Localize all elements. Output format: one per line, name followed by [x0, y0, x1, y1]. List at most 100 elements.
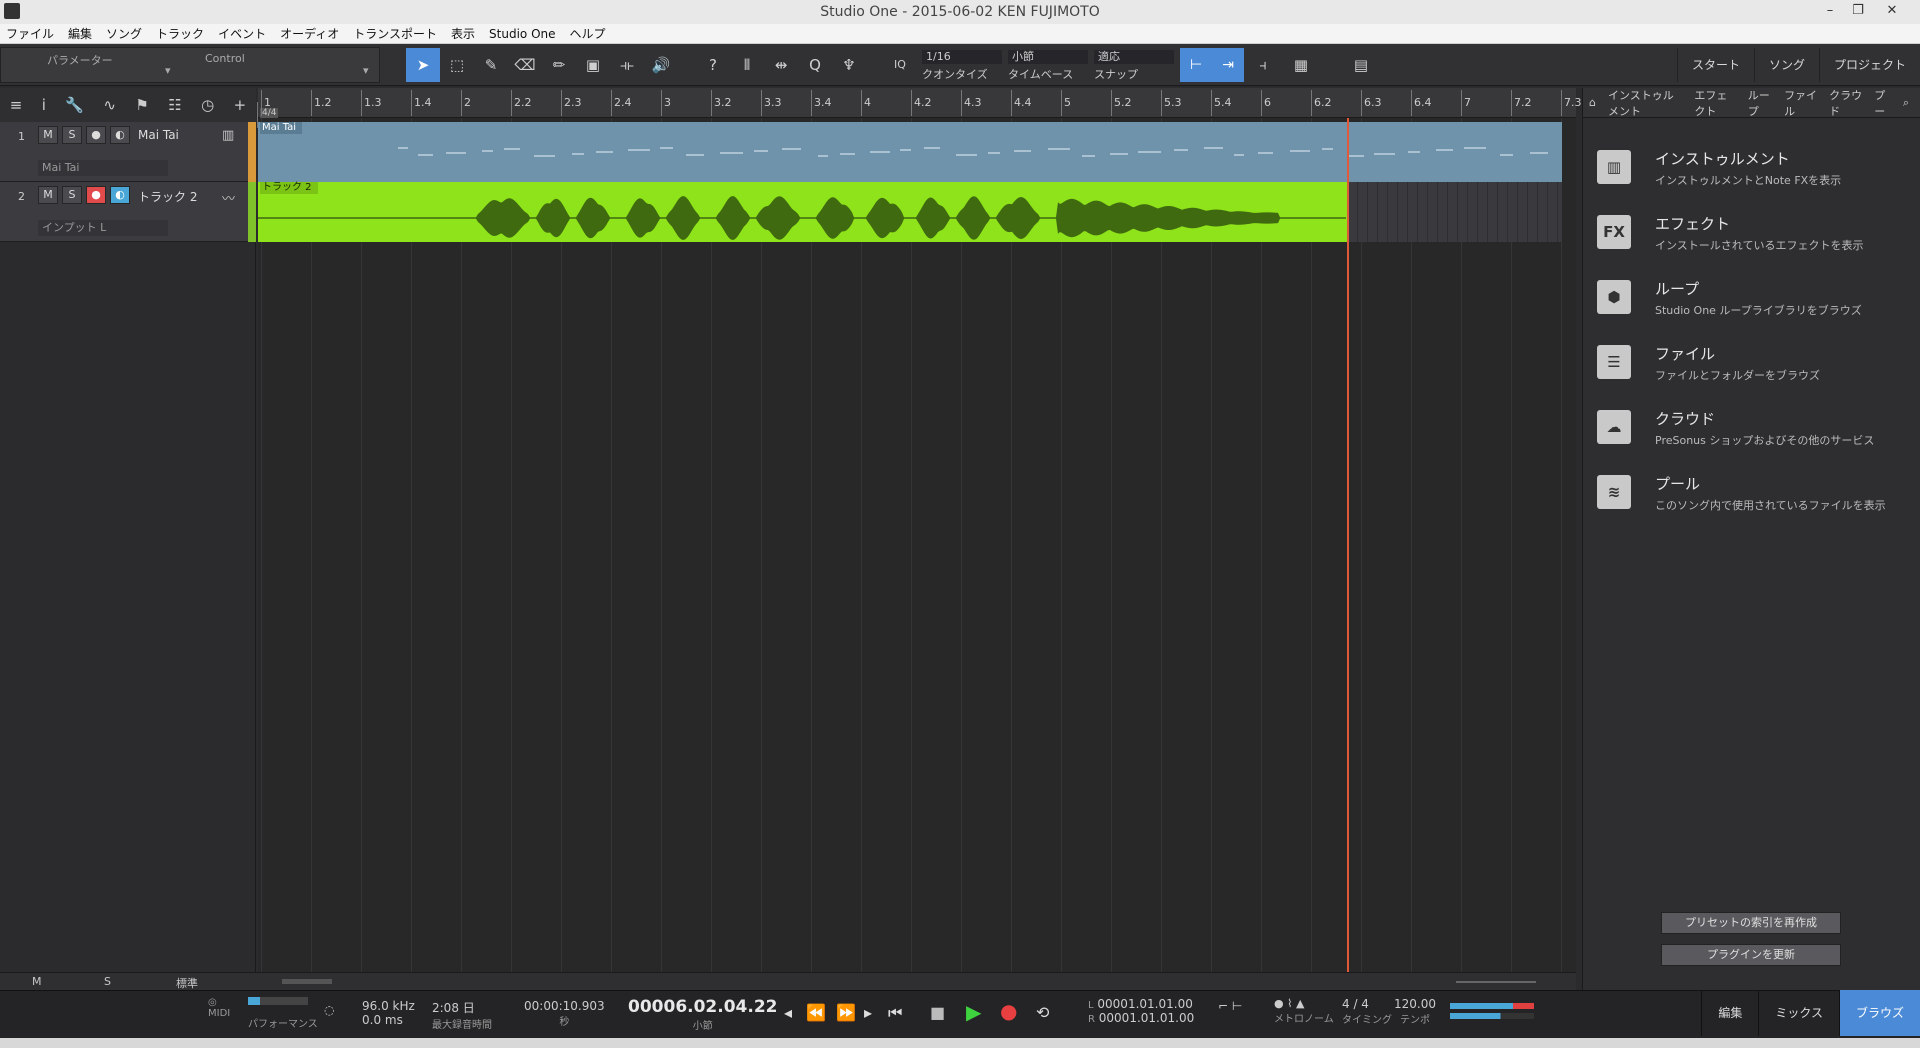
timebase-select[interactable]: 小節 タイムベース [1008, 50, 1088, 82]
mute-button[interactable]: M [38, 186, 58, 204]
play-icon[interactable]: ▶ [966, 1000, 981, 1024]
track-list-menu-icon[interactable]: ≡ [10, 96, 23, 114]
time-signature-display[interactable]: 4 / 4 タイミング [1342, 997, 1392, 1026]
browser-item-effects[interactable]: FX エフェクト インストールされているエフェクトを表示 [1597, 209, 1907, 265]
arrange-view[interactable]: Mai Tai トラック 2 [258, 118, 1576, 978]
horizontal-scrollbar[interactable] [282, 979, 332, 984]
iq-label[interactable]: IQ [894, 58, 906, 71]
track-name[interactable]: Mai Tai [138, 128, 179, 142]
performance-meter[interactable]: パフォーマンス [248, 997, 318, 1030]
bend-marker-icon[interactable]: ⫴ [730, 48, 764, 82]
arrow-tool-icon[interactable]: ➤ [406, 48, 440, 82]
eraser-tool-icon[interactable]: ⌫ [508, 48, 542, 82]
fast-forward-icon[interactable]: ⏩ [836, 1003, 856, 1022]
tempo-display[interactable]: 120.00 テンポ [1394, 997, 1436, 1026]
folder-tracks-icon[interactable]: ☷ [168, 96, 181, 114]
strip-silence-icon[interactable]: ⇹ [764, 48, 798, 82]
sample-rate-display[interactable]: 96.0 kHz 0.0 ms [362, 999, 415, 1027]
maximize-icon[interactable]: ❐ [1846, 0, 1870, 22]
previous-marker-icon[interactable]: ◂ [784, 1003, 792, 1022]
menu-edit[interactable]: 編集 [68, 25, 92, 42]
quantize-icon[interactable]: Q [798, 48, 832, 82]
close-icon[interactable]: ✕ [1880, 0, 1904, 22]
track-header-2[interactable]: 2 M S ● ◐ トラック 2 〰 インプット L [0, 182, 256, 242]
tab-loops[interactable]: ループ [1748, 87, 1772, 119]
add-track-icon[interactable]: + [234, 96, 247, 114]
metronome-section[interactable]: ● ⌇ ▲ メトロノーム [1274, 997, 1334, 1025]
playhead-cursor[interactable] [1347, 118, 1349, 978]
midi-indicator[interactable]: ◎ MIDI [208, 997, 230, 1019]
menu-song[interactable]: ソング [106, 25, 142, 42]
menu-event[interactable]: イベント [218, 25, 266, 42]
tab-files[interactable]: ファイル [1784, 87, 1817, 119]
menu-help[interactable]: ヘルプ [570, 25, 606, 42]
monitor-icon[interactable]: ◐ [110, 186, 130, 204]
home-icon[interactable]: ⌂ [1589, 96, 1596, 109]
rewind-icon[interactable]: ⏪ [806, 1003, 826, 1022]
view-mode-select[interactable]: 標準 [176, 975, 198, 991]
menu-file[interactable]: ファイル [6, 25, 54, 42]
project-page-button[interactable]: プロジェクト [1818, 48, 1920, 82]
menu-transport[interactable]: トランスポート [353, 25, 437, 42]
menu-track[interactable]: トラック [156, 25, 204, 42]
track-input-select[interactable]: Mai Tai [38, 160, 168, 176]
tab-browse[interactable]: ブラウズ [1838, 990, 1920, 1036]
record-arm-icon[interactable]: ● [86, 126, 106, 144]
timeline-ruler[interactable]: 4/4 1 1.2 1.3 1.4 2 2.2 2.3 2.4 3 3.2 3.3 3.4 4 4.2 4.… [256, 88, 1582, 128]
cursor-follows-icon[interactable]: ⫞ [1246, 48, 1280, 82]
seconds-display[interactable]: 00:00:10.903 秒 [524, 999, 605, 1028]
video-icon[interactable]: ▤ [1344, 48, 1378, 82]
track-input-select[interactable]: インプット L [38, 220, 168, 236]
update-plugins-button[interactable]: プラグインを更新 [1661, 944, 1841, 966]
mute-tool-icon[interactable]: ▣ [576, 48, 610, 82]
song-page-button[interactable]: ソング [1753, 48, 1819, 82]
paint-tool-icon[interactable]: ✏ [542, 48, 576, 82]
search-icon[interactable]: ⌕ [1903, 96, 1909, 110]
track-header-1[interactable]: 1 M S ● ◐ Mai Tai ▥ Mai Tai [0, 122, 256, 182]
record-arm-icon[interactable]: ● [86, 186, 106, 204]
browser-item-pool[interactable]: ≋ プール このソング内で使用されているファイルを表示 [1597, 469, 1907, 525]
solo-all-button[interactable]: S [104, 975, 111, 988]
start-page-button[interactable]: スタート [1676, 48, 1754, 82]
parameter-dropdown-icon[interactable]: ▾ [165, 64, 171, 77]
browser-item-cloud[interactable]: ☁ クラウド PreSonus ショップおよびその他のサービス [1597, 404, 1907, 460]
layout-grid-icon[interactable]: ▦ [1284, 48, 1318, 82]
inspector-icon[interactable]: i [42, 96, 46, 114]
tuning-icon[interactable]: ♆ [832, 48, 866, 82]
browser-item-files[interactable]: ☰ ファイル ファイルとフォルダーをブラウズ [1597, 339, 1907, 395]
rebuild-preset-index-button[interactable]: プリセットの索引を再作成 [1661, 912, 1841, 934]
solo-button[interactable]: S [62, 186, 82, 204]
autoscroll-icon[interactable]: ⇥ [1222, 57, 1234, 73]
tab-pool[interactable]: プー [1874, 87, 1891, 119]
menu-studio-one[interactable]: Studio One [489, 27, 555, 41]
audio-event[interactable]: トラック 2 [258, 182, 1348, 242]
tab-instruments[interactable]: インストゥルメント [1608, 87, 1682, 119]
tab-effects[interactable]: エフェクト [1694, 87, 1735, 119]
browser-item-instruments[interactable]: ▥ インストゥルメント インストゥルメントとNote FXを表示 [1597, 144, 1907, 200]
loop-range-display[interactable]: L 00001.01.01.00 R 00001.01.01.00 [1088, 997, 1194, 1025]
instrument-event[interactable]: Mai Tai [258, 122, 1562, 182]
mute-all-button[interactable]: M [32, 975, 42, 988]
bars-display[interactable]: 00006.02.04.22 小節 [628, 997, 778, 1032]
zoom-slider[interactable] [1456, 981, 1536, 983]
marker-flag-icon[interactable]: ⚑ [135, 96, 148, 114]
monitor-icon[interactable]: ◐ [110, 126, 130, 144]
help-icon[interactable]: ? [696, 48, 730, 82]
loop-toggle-icon[interactable]: ⟲ [1036, 1003, 1049, 1022]
tab-edit[interactable]: 編集 [1701, 990, 1758, 1036]
track-name[interactable]: トラック 2 [138, 188, 197, 205]
punch-icon[interactable]: ⌐ ⊢ [1218, 999, 1242, 1013]
browser-item-loops[interactable]: ⬢ ループ Studio One ループライブラリをブラウズ [1597, 274, 1907, 330]
time-signature-marker[interactable]: 4/4 [256, 102, 279, 128]
tab-cloud[interactable]: クラウド [1829, 87, 1862, 119]
minimize-icon[interactable]: – [1818, 0, 1842, 22]
snap-to-grid-icon[interactable]: ⊢ [1190, 57, 1202, 73]
menu-audio[interactable]: オーディオ [280, 25, 339, 42]
wrench-icon[interactable]: 🔧 [65, 96, 84, 114]
bend-tool-icon[interactable]: ⟛ [610, 48, 644, 82]
control-dropdown-icon[interactable]: ▾ [363, 64, 369, 77]
next-marker-icon[interactable]: ▸ [864, 1003, 872, 1022]
stop-icon[interactable]: ■ [930, 1003, 945, 1022]
audio-engine-icon[interactable]: ◌ [324, 1003, 334, 1017]
tab-mix[interactable]: ミックス [1758, 990, 1839, 1036]
